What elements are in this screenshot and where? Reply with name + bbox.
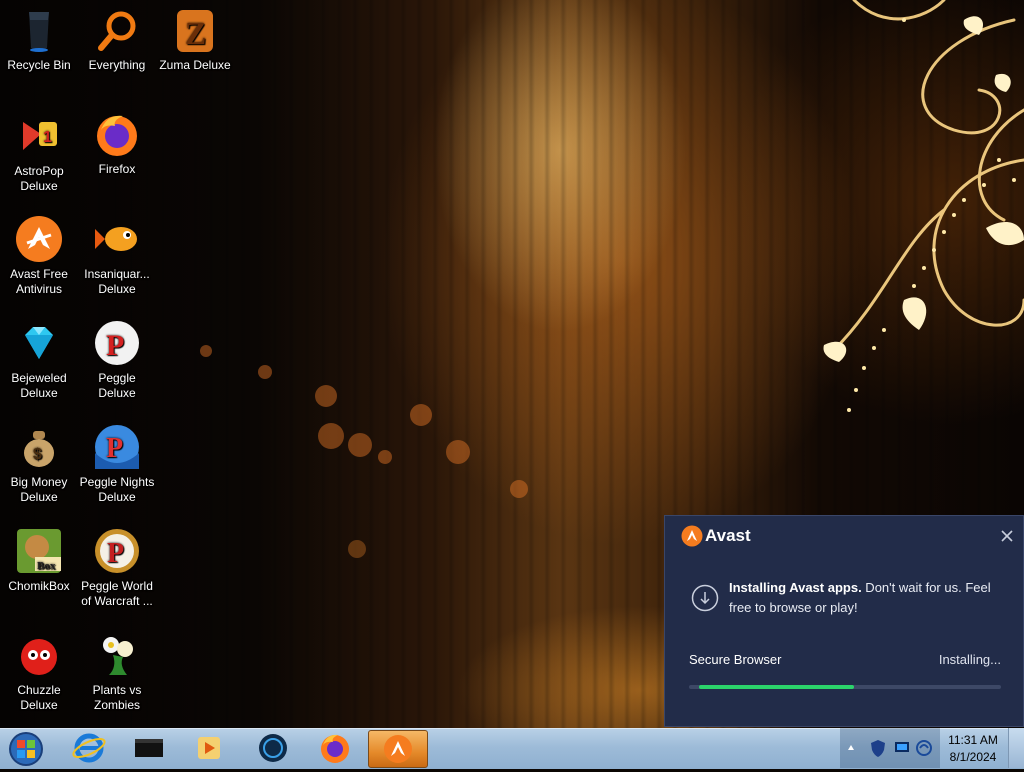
desktop-icon-bejeweled[interactable]: Bejeweled Deluxe [0,319,78,401]
svg-text:Z: Z [185,15,206,51]
search-icon [93,6,141,54]
taskbar-terminal[interactable] [120,730,178,766]
recycle-bin-icon [15,6,63,54]
taskbar-internet-explorer[interactable] [60,730,118,766]
desktop-icon-label: Big Money Deluxe [10,475,68,504]
zuma-icon: Z [171,6,219,54]
install-item-status: Installing... [938,652,1001,667]
desktop-icon-label: Everything [88,58,146,72]
desktop-icon-label: Peggle World of Warcraft ... [81,579,153,608]
desktop-icon-label: Bejeweled Deluxe [11,371,67,400]
desktop-icon-firefox[interactable]: Firefox [78,110,156,177]
svg-text:1: 1 [43,129,52,146]
network-icon[interactable] [892,738,912,758]
desktop-icon-zuma[interactable]: Z Zuma Deluxe [156,6,234,73]
terminal-icon [135,739,163,757]
taskbar-firefox[interactable] [306,730,364,766]
internet-explorer-icon [72,733,106,763]
system-tray [840,728,940,768]
avast-icon [15,215,63,263]
desktop-icon-label: Zuma Deluxe [159,58,231,72]
download-icon [691,584,719,612]
peggle-icon: P [93,319,141,367]
diamond-icon [15,319,63,367]
start-button[interactable] [6,731,46,767]
volume-icon[interactable] [914,738,934,758]
bokeh-light [258,365,272,379]
money-bag-icon: $ [15,423,63,471]
firefox-icon [321,734,349,763]
desktop-icon-label: Recycle Bin [7,58,71,72]
media-player-icon [198,737,220,759]
fish-icon [93,215,141,263]
firefox-icon [93,110,141,158]
bokeh-light [510,480,528,498]
bokeh-light [410,404,432,426]
svg-text:Box: Box [37,560,56,572]
show-desktop-button[interactable] [1008,728,1024,768]
bokeh-light [348,433,372,457]
desktop-icon-label: Peggle Deluxe [98,371,136,400]
bokeh-light [348,540,366,558]
svg-text:P: P [106,433,123,464]
desktop-icon-peggle[interactable]: P Peggle Deluxe [78,319,156,401]
svg-text:P: P [106,329,124,362]
install-message-bold: Installing Avast apps. [729,580,862,595]
close-icon[interactable] [997,526,1017,546]
desktop-icon-label: AstroPop Deluxe [14,164,64,193]
avast-notification: Avast Installing Avast apps. Don't wait … [664,515,1024,727]
desktop-icon-label: Firefox [98,162,136,176]
avast-icon [384,735,412,763]
show-hidden-icons-icon[interactable] [846,728,856,768]
desktop-icon-recycle-bin[interactable]: Recycle Bin [0,6,78,73]
taskbar-media-player[interactable] [180,730,238,766]
desktop-icon-big-money[interactable]: $ Big Money Deluxe [0,423,78,505]
astropop-icon: 1 [15,112,63,160]
desktop-icon-peggle-nights[interactable]: P Peggle Nights Deluxe [78,423,156,505]
avast-logo-icon [681,525,703,547]
golden-swirl-decoration [823,0,1024,412]
desktop-icon-astropop[interactable]: 1 AstroPop Deluxe [0,112,78,194]
peggle-nights-icon: P [93,423,141,471]
taskbar-browser-globe[interactable] [244,730,302,766]
bokeh-light [318,423,344,449]
install-progress-fill [699,685,854,689]
bokeh-light [446,440,470,464]
desktop-icon-insaniquarium[interactable]: Insaniquar... Deluxe [78,215,156,297]
taskbar-avast[interactable] [368,730,428,768]
desktop-icon-label: ChomikBox [8,579,70,593]
clock-date: 8/1/2024 [949,750,997,764]
bokeh-light [315,385,337,407]
clock-time: 11:31 AM [948,733,998,747]
desktop-icon-label: Chuzzle Deluxe [17,683,61,712]
install-item-name: Secure Browser [689,652,782,667]
desktop-icon-peggle-wow[interactable]: P Peggle World of Warcraft ... [78,527,156,609]
bokeh-light [378,450,392,464]
desktop-icon-plants-vs-zombies[interactable]: Plants vs Zombies [78,631,156,713]
avast-brand-name: Avast [705,526,751,545]
desktop-icon-chuzzle[interactable]: Chuzzle Deluxe [0,631,78,713]
desktop-icon-label: Peggle Nights Deluxe [79,475,155,504]
install-message: Installing Avast apps. Don't wait for us… [729,578,1013,618]
taskbar-clock[interactable]: 11:31 AM 8/1/2024 [940,728,1006,768]
desktop-icon-label: Insaniquar... Deluxe [84,267,150,296]
plants-icon [93,631,141,679]
browser-globe-icon [259,734,287,762]
bokeh-light [200,345,212,357]
desktop-icon-label: Avast Free Antivirus [10,267,68,296]
svg-text:P: P [107,538,124,569]
chuzzle-icon [15,631,63,679]
svg-text:$: $ [33,446,42,463]
chomikbox-icon: Box [15,527,63,575]
install-progress-bar [689,685,1001,689]
desktop-icon-label: Plants vs Zombies [92,683,142,712]
peggle-wow-icon: P [93,527,141,575]
desktop-icon-chomikbox[interactable]: Box ChomikBox [0,527,78,594]
desktop-icon-everything[interactable]: Everything [78,6,156,73]
desktop-icon-avast[interactable]: Avast Free Antivirus [0,215,78,297]
shield-icon[interactable] [868,738,888,758]
